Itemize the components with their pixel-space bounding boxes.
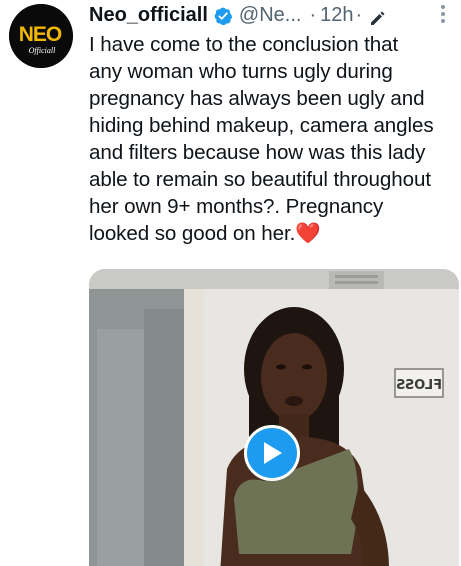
tweet-text-last-line: looked so good on her.❤️ [89,220,461,247]
more-options-icon[interactable] [439,4,447,26]
heart-emoji-icon: ❤️ [295,222,321,245]
tweet-text-line: pregnancy has always been ugly and [89,87,425,110]
tweet-card[interactable]: NEO Officiall Neo_officiall @Ne... · 12h… [0,0,461,566]
separator-dot: · [355,4,363,26]
tweet-text-line: and filters because how was this lady [89,141,426,164]
video-media[interactable]: FLOSS [89,269,459,566]
edit-pencil-icon [368,6,386,25]
play-button[interactable] [244,425,300,481]
tweet-text-line: her own 9+ months?. Pregnancy [89,195,384,218]
verified-badge-icon [213,5,233,26]
sign-text: FLOSS [396,378,442,393]
tweet-text: I have come to the conclusion that any w… [89,31,461,247]
avatar-logo-subtext: Officiall [29,46,56,55]
tweet-timestamp[interactable]: 12h [320,0,353,30]
tweet-text-line: any woman who turns ugly during [89,60,393,83]
author-handle[interactable]: @Ne... [239,0,302,30]
video-thumbnail: FLOSS [89,269,459,566]
tweet-text-line: able to remain so beautiful throughout [89,168,431,191]
tweet-text-line: hiding behind makeup, camera angles [89,114,434,137]
play-icon [264,442,282,464]
separator-dot: · [309,4,317,26]
avatar[interactable]: NEO Officiall [9,4,73,68]
avatar-logo-text: NEO [19,23,62,46]
tweet-text-line: I have come to the conclusion that [89,33,399,56]
tweet-header: Neo_officiall @Ne... · 12h · [89,0,461,30]
display-name[interactable]: Neo_officiall [89,0,208,30]
neo-logo-icon: NEO Officiall [9,4,73,68]
tweet-text-line: looked so good on her. [89,222,296,245]
